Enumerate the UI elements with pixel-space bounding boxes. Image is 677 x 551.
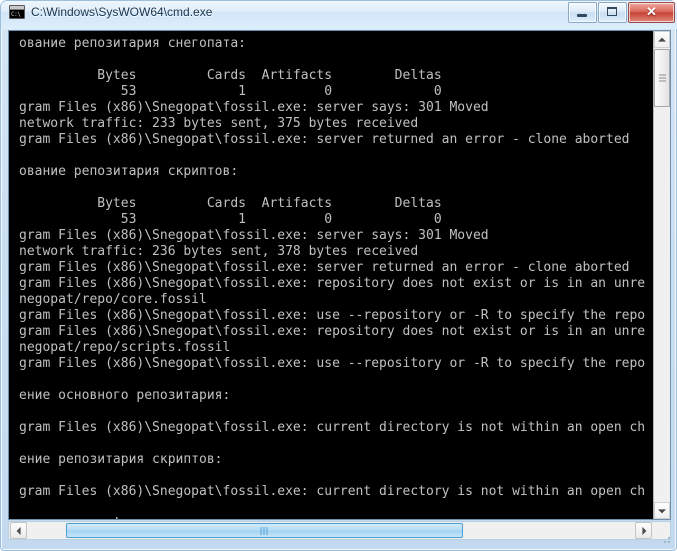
caption-buttons: ✕: [568, 2, 675, 23]
console-output-text: ование репозитария снегопата: Bytes Card…: [19, 36, 646, 519]
title-bar-left-group: C:\ C:\Windows\SysWOW64\cmd.exe: [9, 5, 212, 19]
scroll-right-button[interactable]: [635, 522, 652, 539]
chevron-left-icon: [16, 526, 21, 535]
scroll-down-button[interactable]: [654, 502, 670, 519]
close-icon: ✕: [646, 4, 657, 19]
horizontal-scrollbar[interactable]: [8, 521, 671, 540]
scroll-left-button[interactable]: [10, 522, 27, 539]
vertical-scrollbar-thumb[interactable]: [654, 49, 670, 107]
cmd-icon-screen: C:\: [10, 10, 24, 18]
chevron-right-icon: [641, 526, 646, 535]
cmd-console-icon: C:\: [9, 5, 25, 19]
console-client-area: ование репозитария снегопата: Bytes Card…: [8, 30, 671, 520]
chevron-down-icon: [658, 508, 666, 513]
console-screen[interactable]: ование репозитария снегопата: Bytes Card…: [9, 31, 654, 519]
title-bar[interactable]: C:\ C:\Windows\SysWOW64\cmd.exe ✕: [1, 1, 677, 29]
command-prompt-window: C:\ C:\Windows\SysWOW64\cmd.exe ✕ ование…: [0, 0, 677, 551]
chevron-up-icon: [658, 37, 666, 42]
vertical-scrollbar[interactable]: [653, 31, 670, 519]
maximize-button[interactable]: [598, 2, 627, 23]
resize-grip-icon[interactable]: [661, 534, 673, 546]
scrollbar-grip-icon: [659, 74, 666, 82]
window-title: C:\Windows\SysWOW64\cmd.exe: [31, 5, 213, 19]
minimize-button[interactable]: [568, 2, 597, 23]
scrollbar-grip-icon: [260, 526, 269, 535]
maximize-icon: [607, 7, 617, 16]
horizontal-scrollbar-thumb[interactable]: [66, 523, 463, 538]
scroll-up-button[interactable]: [654, 31, 670, 48]
minimize-icon: [577, 14, 587, 17]
close-button[interactable]: ✕: [628, 2, 675, 23]
